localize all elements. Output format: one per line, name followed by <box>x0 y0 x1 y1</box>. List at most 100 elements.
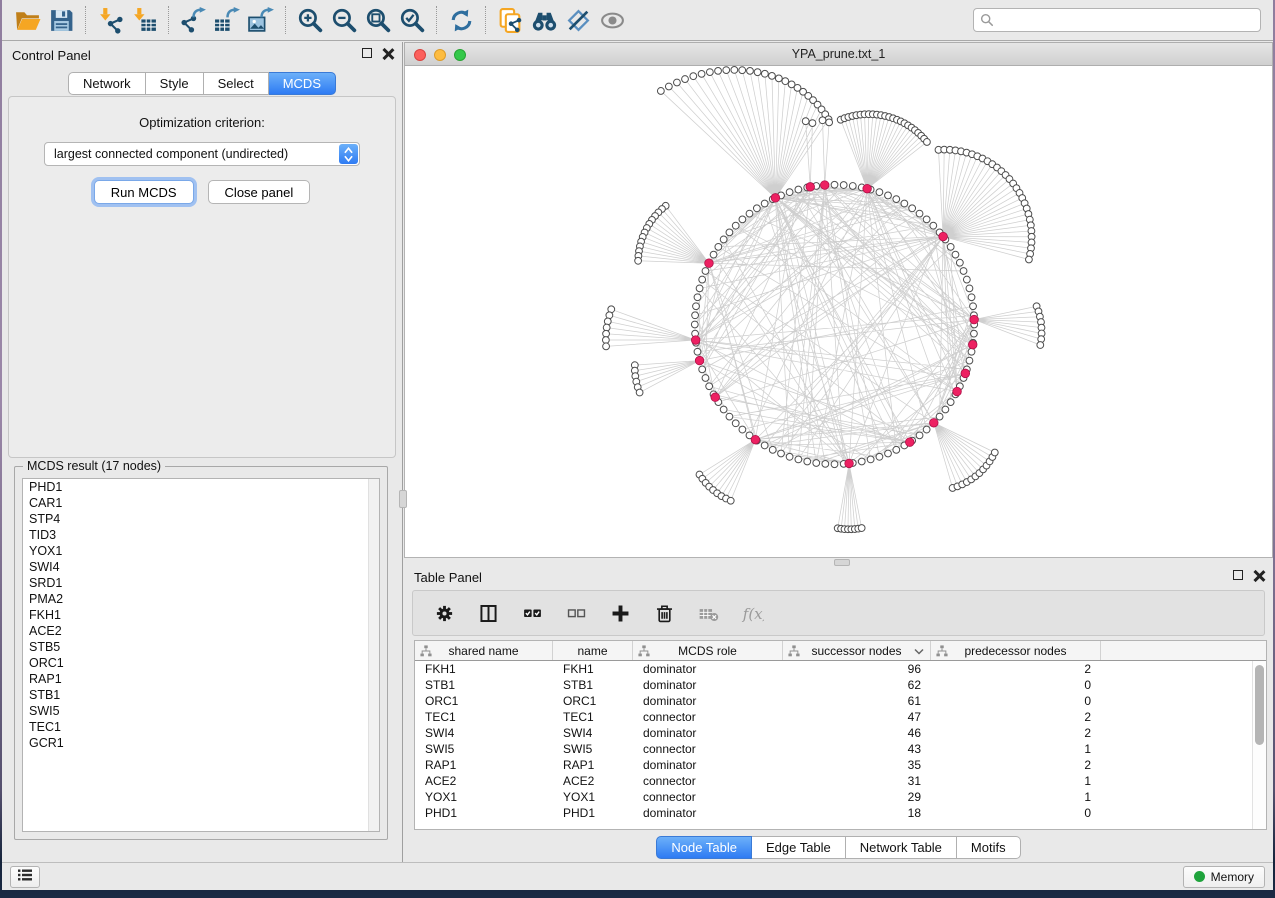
criterion-dropdown[interactable]: largest connected component (undirected) <box>44 142 360 166</box>
import-network-button[interactable] <box>93 4 127 36</box>
hide-selected-button[interactable] <box>561 4 595 36</box>
table-row[interactable]: RAP1RAP1dominator352 <box>415 757 1252 773</box>
zoom-in-button[interactable] <box>293 4 327 36</box>
table-cell: RAP1 <box>553 757 633 773</box>
mcds-result-item[interactable]: CAR1 <box>23 495 379 511</box>
table-row[interactable]: SWI5SWI5connector431 <box>415 741 1252 757</box>
table-row[interactable]: STB1STB1dominator620 <box>415 677 1252 693</box>
table-row[interactable]: TEC1TEC1connector472 <box>415 709 1252 725</box>
network-graph[interactable] <box>405 66 1272 557</box>
table-row[interactable]: FKH1FKH1dominator962 <box>415 661 1252 677</box>
clone-network-button[interactable] <box>493 4 527 36</box>
table-cell: connector <box>633 773 783 789</box>
tab-motifs[interactable]: Motifs <box>957 836 1021 859</box>
tab-select[interactable]: Select <box>204 72 269 95</box>
mcds-result-item[interactable]: ORC1 <box>23 655 379 671</box>
mcds-result-item[interactable]: ACE2 <box>23 623 379 639</box>
column-header-name[interactable]: name <box>553 641 633 660</box>
table-row[interactable]: PHD1PHD1dominator180 <box>415 805 1252 821</box>
column-header-filler <box>1101 641 1266 660</box>
mcds-result-item[interactable]: PMA2 <box>23 591 379 607</box>
table-row[interactable]: YOX1YOX1connector291 <box>415 789 1252 805</box>
sort-chevron-icon[interactable] <box>914 648 924 655</box>
zoom-out-button[interactable] <box>327 4 361 36</box>
mcds-result-item[interactable]: SWI4 <box>23 559 379 575</box>
mcds-result-item[interactable]: STB1 <box>23 687 379 703</box>
table-row[interactable]: ORC1ORC1dominator610 <box>415 693 1252 709</box>
mcds-result-item[interactable]: SWI5 <box>23 703 379 719</box>
export-network-button[interactable] <box>176 4 210 36</box>
table-row[interactable]: ACE2ACE2connector311 <box>415 773 1252 789</box>
mcds-result-item[interactable]: FKH1 <box>23 607 379 623</box>
save-button[interactable] <box>44 4 78 36</box>
select-all-button[interactable] <box>515 597 549 629</box>
mcds-result-item[interactable]: TEC1 <box>23 719 379 735</box>
tab-network[interactable]: Network <box>68 72 146 95</box>
open-file-button[interactable] <box>10 4 44 36</box>
table-cell: PHD1 <box>415 805 553 821</box>
table-row[interactable]: SWI4SWI4dominator462 <box>415 725 1252 741</box>
mcds-result-item[interactable]: SRD1 <box>23 575 379 591</box>
table-scrollbar-thumb[interactable] <box>1255 665 1264 745</box>
refresh-button[interactable] <box>444 4 478 36</box>
window-minimize-icon[interactable] <box>434 49 446 61</box>
close-panel-icon[interactable] <box>382 48 394 60</box>
float-window-icon[interactable] <box>362 48 372 58</box>
mcds-result-item[interactable]: RAP1 <box>23 671 379 687</box>
window-zoom-icon[interactable] <box>454 49 466 61</box>
add-button[interactable] <box>603 597 637 629</box>
control-panel-header: Control Panel <box>2 42 402 68</box>
column-header-MCDS-role[interactable]: MCDS role <box>633 641 783 660</box>
search-box[interactable] <box>973 8 1261 32</box>
run-mcds-button[interactable]: Run MCDS <box>94 180 194 204</box>
delete-button[interactable] <box>647 597 681 629</box>
table-cell: dominator <box>633 757 783 773</box>
columns-button[interactable] <box>471 597 505 629</box>
close-panel-button[interactable]: Close panel <box>208 180 311 204</box>
mcds-result-item[interactable]: STP4 <box>23 511 379 527</box>
zoom-fit-button[interactable] <box>361 4 395 36</box>
task-history-button[interactable] <box>10 866 40 888</box>
zoom-selected-button[interactable] <box>395 4 429 36</box>
mcds-result-item[interactable]: TID3 <box>23 527 379 543</box>
toolbar-separator <box>168 6 169 34</box>
tab-edge-table[interactable]: Edge Table <box>752 836 846 859</box>
deselect-all-button[interactable] <box>559 597 593 629</box>
float-table-panel-icon[interactable] <box>1233 570 1243 580</box>
window-close-icon[interactable] <box>414 49 426 61</box>
table-cell: SWI4 <box>553 725 633 741</box>
mcds-result-item[interactable]: STB5 <box>23 639 379 655</box>
import-table-button[interactable] <box>127 4 161 36</box>
network-view-canvas[interactable] <box>404 66 1273 558</box>
vertical-splitter-handle[interactable] <box>399 490 407 508</box>
show-graphics-details-button[interactable] <box>595 4 629 36</box>
tab-node-table[interactable]: Node Table <box>656 836 752 859</box>
memory-button[interactable]: Memory <box>1183 866 1265 888</box>
tab-mcds[interactable]: MCDS <box>269 72 336 95</box>
mcds-result-list[interactable]: PHD1CAR1STP4TID3YOX1SWI4SRD1PMA2FKH1ACE2… <box>22 478 380 832</box>
table-cell: ACE2 <box>553 773 633 789</box>
column-header-predecessor-nodes[interactable]: predecessor nodes <box>931 641 1101 660</box>
tab-style[interactable]: Style <box>146 72 204 95</box>
close-table-panel-icon[interactable] <box>1253 570 1265 582</box>
table-cell: connector <box>633 789 783 805</box>
network-nodes[interactable] <box>602 66 1044 532</box>
table-cell-filler <box>1101 725 1252 741</box>
export-table-button[interactable] <box>210 4 244 36</box>
column-header-successor-nodes[interactable]: successor nodes <box>783 641 931 660</box>
criterion-dropdown-value: largest connected component (undirected) <box>54 147 288 161</box>
export-image-button[interactable] <box>244 4 278 36</box>
list-icon <box>17 868 33 885</box>
settings-button[interactable] <box>427 597 461 629</box>
search-input[interactable] <box>998 13 1254 27</box>
tab-network-table[interactable]: Network Table <box>846 836 957 859</box>
mcds-list-scrollbar[interactable] <box>368 479 379 831</box>
mcds-result-item[interactable]: YOX1 <box>23 543 379 559</box>
first-neighbors-button[interactable] <box>527 4 561 36</box>
mcds-result-item[interactable]: PHD1 <box>23 479 379 495</box>
horizontal-splitter-handle[interactable] <box>834 559 850 566</box>
mcds-result-item[interactable]: GCR1 <box>23 735 379 751</box>
first-neighbors-icon <box>531 7 558 34</box>
table-scrollbar[interactable] <box>1252 661 1266 829</box>
column-header-shared-name[interactable]: shared name <box>415 641 553 660</box>
